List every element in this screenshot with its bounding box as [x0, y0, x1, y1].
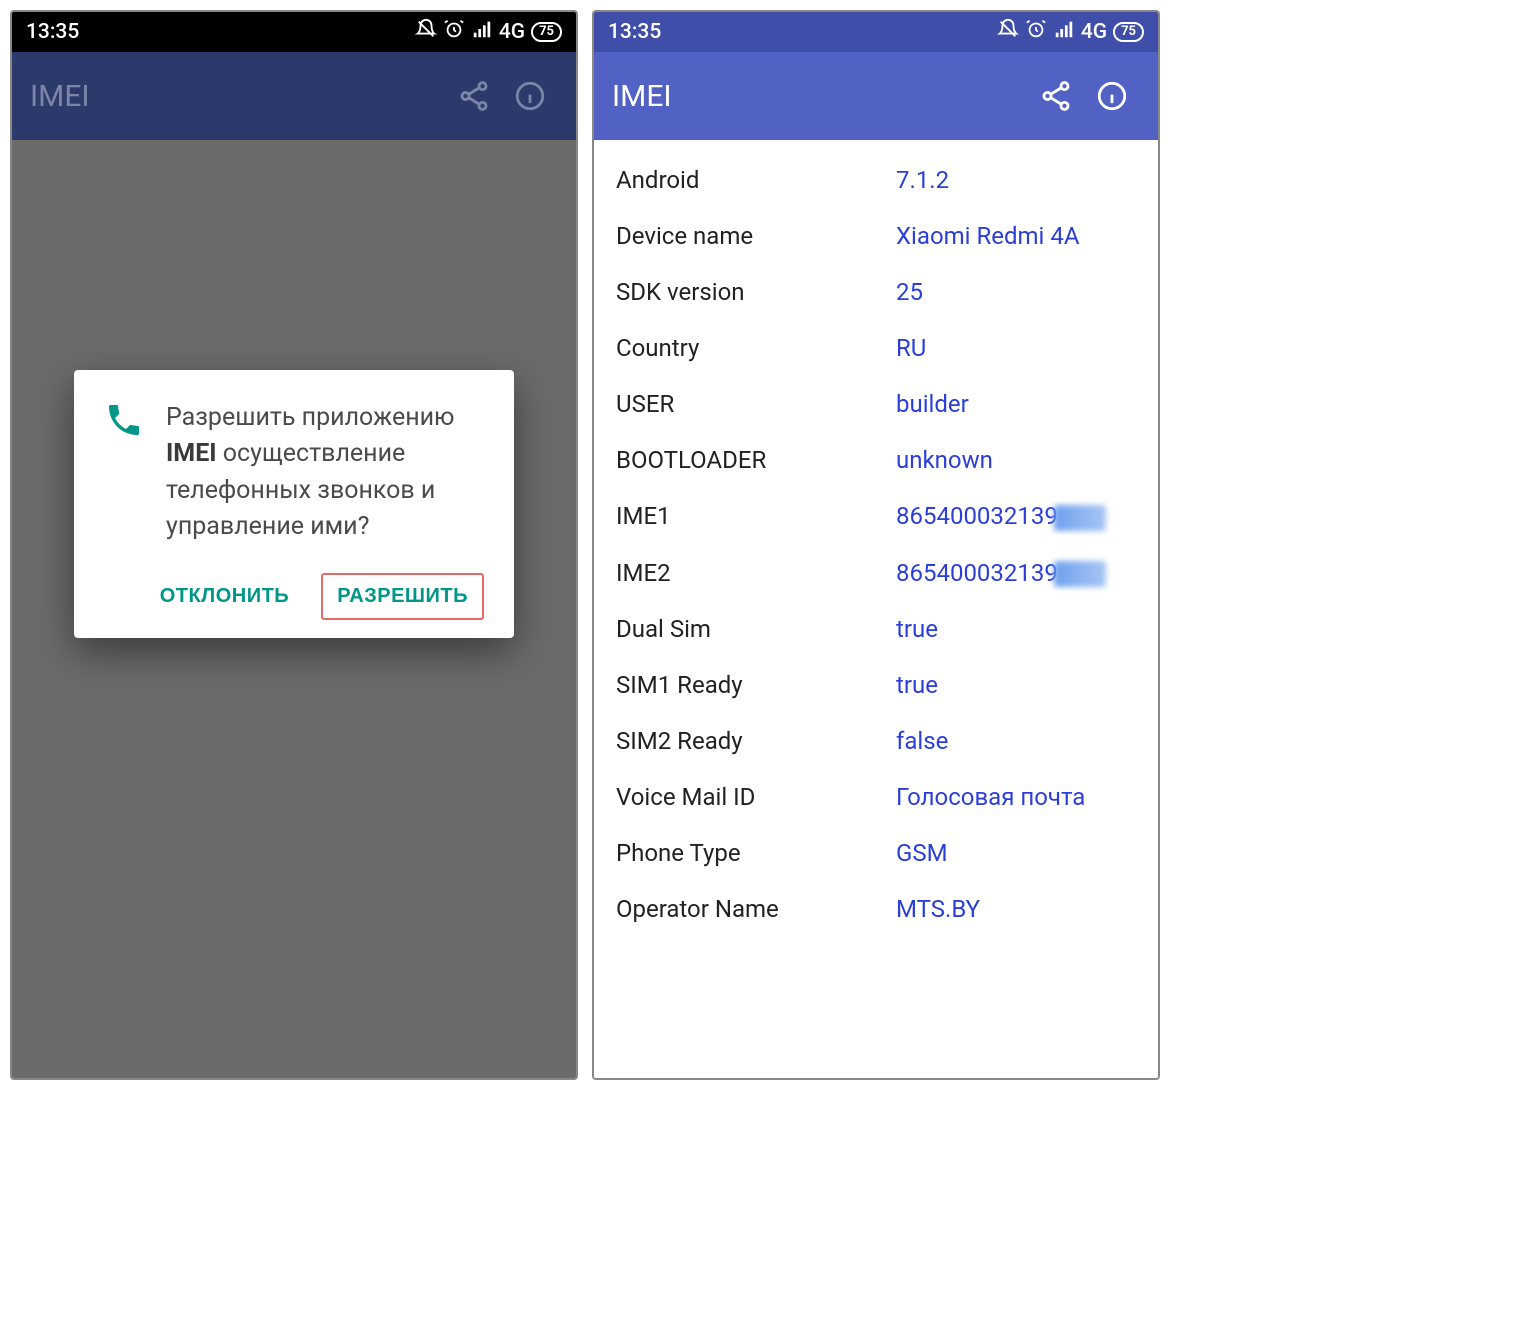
info-row: IME1865400032139 — [594, 488, 1158, 545]
share-icon — [1039, 79, 1073, 113]
info-row: Phone TypeGSM — [594, 825, 1158, 881]
status-right: 4G 75 — [415, 18, 562, 46]
info-key: IME1 — [616, 502, 896, 531]
info-row: CountryRU — [594, 320, 1158, 376]
info-row: Device nameXiaomi Redmi 4A — [594, 208, 1158, 264]
info-value: builder — [896, 390, 1136, 418]
info-key: BOOTLOADER — [616, 446, 896, 474]
alarm-icon — [1025, 18, 1047, 46]
info-key: USER — [616, 390, 896, 418]
info-button[interactable] — [1084, 68, 1140, 124]
info-key: Dual Sim — [616, 615, 896, 643]
app-bar: IMEI — [12, 52, 576, 140]
battery-badge: 75 — [1113, 22, 1144, 42]
share-icon — [457, 79, 491, 113]
info-row: Operator NameMTS.BY — [594, 881, 1158, 937]
phone-screenshot-info: 13:35 4G 75 IMEI Android7.1.2Device name… — [592, 10, 1160, 1080]
alarm-icon — [443, 18, 465, 46]
info-value: unknown — [896, 446, 1136, 474]
info-value: Голосовая почта — [896, 783, 1136, 811]
phone-icon — [104, 400, 144, 545]
info-value: 865400032139 — [896, 502, 1136, 531]
dialog-actions: ОТКЛОНИТЬ РАЗРЕШИТЬ — [104, 573, 484, 620]
permission-msg-prefix: Разрешить приложению — [166, 403, 454, 432]
app-title: IMEI — [612, 79, 1028, 114]
redacted-tail — [1054, 505, 1106, 531]
info-value: false — [896, 727, 1136, 755]
mute-icon — [415, 18, 437, 46]
info-key: Operator Name — [616, 895, 896, 923]
info-value: true — [896, 615, 1136, 643]
app-body-dimmed: Разрешить приложению IMEI осуществление … — [12, 140, 576, 1078]
info-key: IME2 — [616, 559, 896, 588]
info-value: Xiaomi Redmi 4A — [896, 222, 1136, 250]
signal-icon — [1053, 18, 1075, 46]
deny-button[interactable]: ОТКЛОНИТЬ — [146, 573, 303, 620]
info-value: GSM — [896, 839, 1136, 867]
info-row: Voice Mail IDГолосовая почта — [594, 769, 1158, 825]
device-info-list: Android7.1.2Device nameXiaomi Redmi 4ASD… — [594, 140, 1158, 937]
info-key: Phone Type — [616, 839, 896, 867]
network-label: 4G — [1081, 20, 1107, 44]
info-icon — [1095, 79, 1129, 113]
info-value: 865400032139 — [896, 559, 1136, 588]
info-row: Dual Simtrue — [594, 601, 1158, 657]
info-row: Android7.1.2 — [594, 152, 1158, 208]
app-title: IMEI — [30, 79, 446, 114]
info-key: Device name — [616, 222, 896, 250]
info-key: SIM1 Ready — [616, 671, 896, 699]
permission-dialog: Разрешить приложению IMEI осуществление … — [74, 370, 514, 638]
info-value: 7.1.2 — [896, 166, 1136, 194]
info-value: 25 — [896, 278, 1136, 306]
info-row: SIM1 Readytrue — [594, 657, 1158, 713]
info-row: IME2865400032139 — [594, 545, 1158, 602]
info-icon — [513, 79, 547, 113]
info-key: Voice Mail ID — [616, 783, 896, 811]
status-time: 13:35 — [26, 20, 79, 44]
info-row: SDK version25 — [594, 264, 1158, 320]
info-value: RU — [896, 334, 1136, 362]
redacted-tail — [1054, 561, 1106, 587]
status-time: 13:35 — [608, 20, 661, 44]
info-value: true — [896, 671, 1136, 699]
signal-icon — [471, 18, 493, 46]
info-key: SDK version — [616, 278, 896, 306]
phone-screenshot-permission: 13:35 4G 75 IMEI Разрешить приложению IM… — [10, 10, 578, 1080]
share-button[interactable] — [1028, 68, 1084, 124]
status-bar: 13:35 4G 75 — [12, 12, 576, 52]
info-value: MTS.BY — [896, 895, 1136, 923]
battery-badge: 75 — [531, 22, 562, 42]
allow-button[interactable]: РАЗРЕШИТЬ — [321, 573, 484, 620]
permission-msg-app: IMEI — [166, 439, 217, 468]
info-row: USERbuilder — [594, 376, 1158, 432]
info-row: BOOTLOADERunknown — [594, 432, 1158, 488]
info-row: SIM2 Readyfalse — [594, 713, 1158, 769]
status-right: 4G 75 — [997, 18, 1144, 46]
info-key: Android — [616, 166, 896, 194]
info-key: Country — [616, 334, 896, 362]
permission-message: Разрешить приложению IMEI осуществление … — [166, 400, 484, 545]
info-key: SIM2 Ready — [616, 727, 896, 755]
info-button[interactable] — [502, 68, 558, 124]
share-button[interactable] — [446, 68, 502, 124]
app-bar: IMEI — [594, 52, 1158, 140]
status-bar: 13:35 4G 75 — [594, 12, 1158, 52]
app-body[interactable]: Android7.1.2Device nameXiaomi Redmi 4ASD… — [594, 140, 1158, 1078]
network-label: 4G — [499, 20, 525, 44]
mute-icon — [997, 18, 1019, 46]
